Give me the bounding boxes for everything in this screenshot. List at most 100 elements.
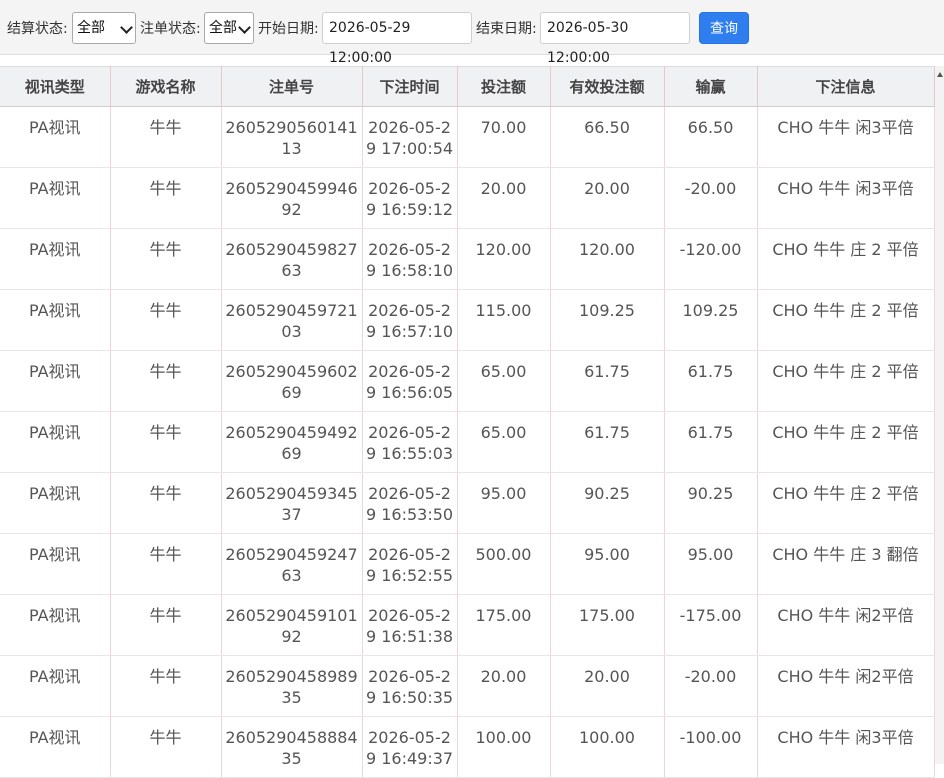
cell-bet-info: CHO 牛牛 闲3平倍 xyxy=(757,716,935,778)
column-header: 下注时间 xyxy=(362,66,458,107)
cell-game-name: 牛牛 xyxy=(110,533,222,595)
cell-bet-amount: 115.00 xyxy=(457,289,551,351)
start-date-label: 开始日期: xyxy=(258,21,319,37)
cell-valid-bet: 20.00 xyxy=(550,655,665,717)
cell-bet-amount: 20.00 xyxy=(457,655,551,717)
cell-win-loss: -100.00 xyxy=(664,716,758,778)
cell-valid-bet: 20.00 xyxy=(550,167,665,229)
cell-video-type: PA视讯 xyxy=(0,411,111,473)
cell-valid-bet: 61.75 xyxy=(550,350,665,412)
table-row: PA视讯 牛牛 260529045910192 2026-05-29 16:51:38… xyxy=(0,594,935,656)
scroll-up-arrow-icon[interactable] xyxy=(937,72,943,77)
cell-video-type: PA视讯 xyxy=(0,655,111,717)
table-row: PA视讯 牛牛 260529056014113 2026-05-29 17:00:54… xyxy=(0,106,935,168)
table-row: PA视讯 牛牛 260529045982763 2026-05-29 16:58:10… xyxy=(0,228,935,290)
table-row: PA视讯 牛牛 260529045949269 2026-05-29 16:55:03… xyxy=(0,411,935,473)
vertical-scrollbar[interactable] xyxy=(935,66,944,764)
cell-valid-bet: 109.25 xyxy=(550,289,665,351)
settle-status-select[interactable]: 全部 xyxy=(72,12,136,44)
cell-video-type: PA视讯 xyxy=(0,228,111,290)
cell-bet-amount: 120.00 xyxy=(457,228,551,290)
cell-win-loss: 90.25 xyxy=(664,472,758,534)
cell-bet-info: CHO 牛牛 庄 2 平倍 xyxy=(757,289,935,351)
cell-bet-time: 2026-05-29 16:50:35 xyxy=(362,655,458,717)
cell-win-loss: 66.50 xyxy=(664,106,758,168)
cell-game-name: 牛牛 xyxy=(110,472,222,534)
cell-win-loss: -175.00 xyxy=(664,594,758,656)
cell-bet-time: 2026-05-29 16:56:05 xyxy=(362,350,458,412)
cell-bet-time: 2026-05-29 16:58:10 xyxy=(362,228,458,290)
cell-bet-id: 260529045960269 xyxy=(221,350,363,412)
cell-bet-amount: 65.00 xyxy=(457,350,551,412)
cell-game-name: 牛牛 xyxy=(110,655,222,717)
cell-bet-time: 2026-05-29 16:49:37 xyxy=(362,716,458,778)
cell-win-loss: 61.75 xyxy=(664,350,758,412)
bet-records-table: 视讯类型 游戏名称 注单号 下注时间 投注额 有效投注额 输赢 下注信息 PA视讯 牛牛 2605… xyxy=(0,66,935,778)
cell-game-name: 牛牛 xyxy=(110,716,222,778)
cell-bet-info: CHO 牛牛 庄 2 平倍 xyxy=(757,350,935,412)
cell-bet-info: CHO 牛牛 庄 2 平倍 xyxy=(757,472,935,534)
order-status-value: 全部 xyxy=(209,20,237,36)
cell-bet-info: CHO 牛牛 庄 3 翻倍 xyxy=(757,533,935,595)
cell-bet-id: 260529045924763 xyxy=(221,533,363,595)
column-header: 有效投注额 xyxy=(550,66,665,107)
cell-game-name: 牛牛 xyxy=(110,106,222,168)
settle-status-value: 全部 xyxy=(77,20,105,36)
cell-game-name: 牛牛 xyxy=(110,167,222,229)
cell-bet-id: 260529045934537 xyxy=(221,472,363,534)
column-header: 注单号 xyxy=(221,66,363,107)
cell-valid-bet: 175.00 xyxy=(550,594,665,656)
cell-video-type: PA视讯 xyxy=(0,716,111,778)
cell-bet-info: CHO 牛牛 闲3平倍 xyxy=(757,106,935,168)
table-header-row: 视讯类型 游戏名称 注单号 下注时间 投注额 有效投注额 输赢 下注信息 xyxy=(0,66,935,107)
cell-video-type: PA视讯 xyxy=(0,594,111,656)
end-date-label: 结束日期: xyxy=(476,21,537,37)
settle-status-label: 结算状态: xyxy=(7,21,68,37)
cell-valid-bet: 66.50 xyxy=(550,106,665,168)
table-row: PA视讯 牛牛 260529045888435 2026-05-29 16:49:37… xyxy=(0,716,935,778)
cell-win-loss: 109.25 xyxy=(664,289,758,351)
cell-win-loss: 61.75 xyxy=(664,411,758,473)
cell-valid-bet: 61.75 xyxy=(550,411,665,473)
query-button[interactable]: 查询 xyxy=(699,12,749,44)
cell-win-loss: 95.00 xyxy=(664,533,758,595)
start-date-input[interactable]: 2026-05-29 12:00:00 xyxy=(322,12,472,66)
cell-game-name: 牛牛 xyxy=(110,350,222,412)
column-header: 输赢 xyxy=(664,66,758,107)
cell-video-type: PA视讯 xyxy=(0,350,111,412)
chevron-down-icon xyxy=(120,21,133,34)
filter-bar: 结算状态: 全部 注单状态: 全部 开始日期: 2026-05-29 12:00… xyxy=(0,0,944,66)
cell-valid-bet: 100.00 xyxy=(550,716,665,778)
column-header: 视讯类型 xyxy=(0,66,111,107)
cell-game-name: 牛牛 xyxy=(110,411,222,473)
column-header: 游戏名称 xyxy=(110,66,222,107)
cell-game-name: 牛牛 xyxy=(110,289,222,351)
cell-bet-id: 260529045972103 xyxy=(221,289,363,351)
table-row: PA视讯 牛牛 260529045960269 2026-05-29 16:56:05… xyxy=(0,350,935,412)
cell-bet-time: 2026-05-29 16:52:55 xyxy=(362,533,458,595)
table-row: PA视讯 牛牛 260529045934537 2026-05-29 16:53:50… xyxy=(0,472,935,534)
cell-bet-info: CHO 牛牛 庄 2 平倍 xyxy=(757,228,935,290)
cell-bet-amount: 500.00 xyxy=(457,533,551,595)
cell-win-loss: -20.00 xyxy=(664,655,758,717)
cell-bet-id: 260529045949269 xyxy=(221,411,363,473)
cell-bet-id: 260529056014113 xyxy=(221,106,363,168)
cell-bet-amount: 65.00 xyxy=(457,411,551,473)
cell-bet-amount: 100.00 xyxy=(457,716,551,778)
cell-valid-bet: 95.00 xyxy=(550,533,665,595)
column-header: 下注信息 xyxy=(757,66,935,107)
cell-win-loss: -120.00 xyxy=(664,228,758,290)
cell-video-type: PA视讯 xyxy=(0,106,111,168)
table-row: PA视讯 牛牛 260529045898935 2026-05-29 16:50:35… xyxy=(0,655,935,717)
cell-bet-amount: 175.00 xyxy=(457,594,551,656)
order-status-label: 注单状态: xyxy=(140,21,201,37)
cell-bet-info: CHO 牛牛 闲2平倍 xyxy=(757,655,935,717)
cell-bet-amount: 70.00 xyxy=(457,106,551,168)
cell-win-loss: -20.00 xyxy=(664,167,758,229)
table-row: PA视讯 牛牛 260529045994692 2026-05-29 16:59:12… xyxy=(0,167,935,229)
cell-bet-id: 260529045982763 xyxy=(221,228,363,290)
order-status-select[interactable]: 全部 xyxy=(204,12,254,44)
cell-video-type: PA视讯 xyxy=(0,289,111,351)
cell-bet-id: 260529045910192 xyxy=(221,594,363,656)
end-date-input[interactable]: 2026-05-30 12:00:00 xyxy=(540,12,690,66)
